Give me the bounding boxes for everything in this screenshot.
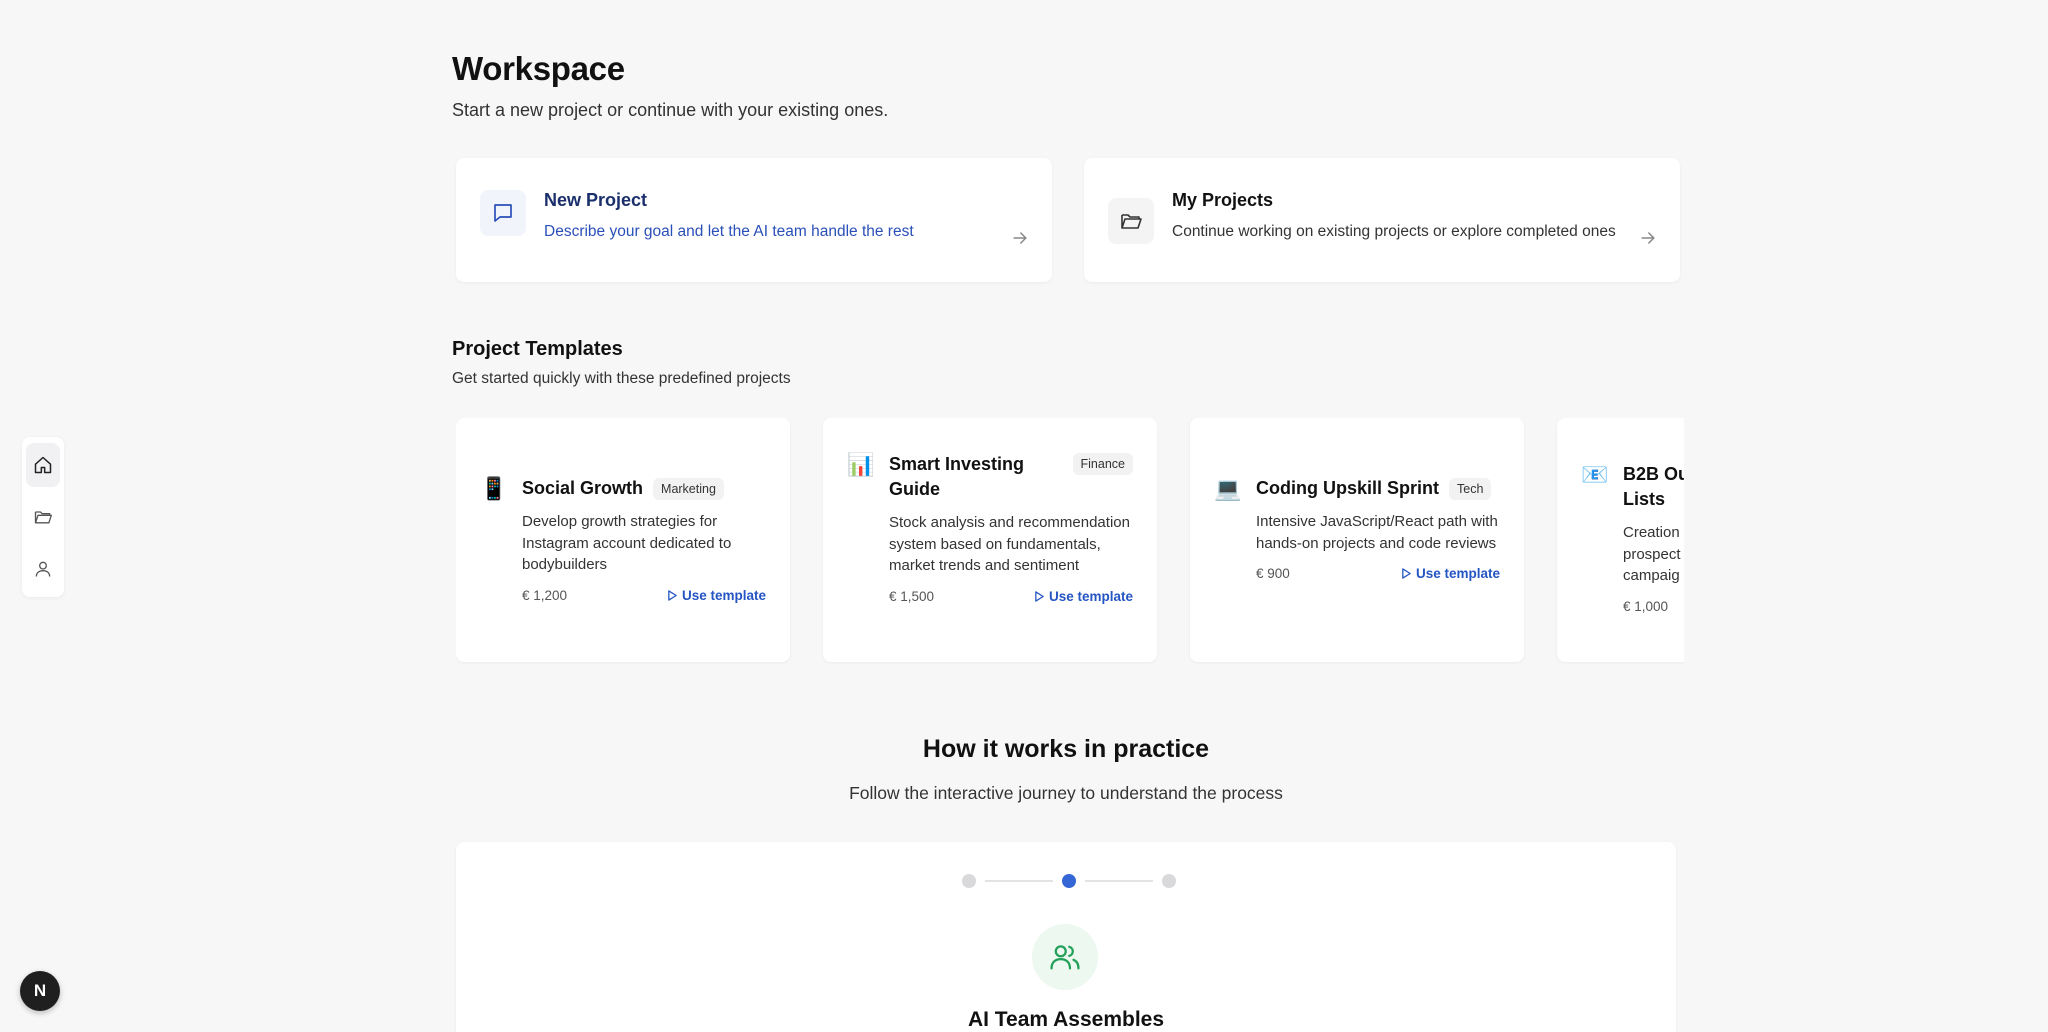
how-it-works-subtitle: Follow the interactive journey to unders… [849, 783, 1283, 803]
email-icon: 📧 [1581, 462, 1609, 487]
team-icon-container [1032, 924, 1098, 990]
template-name: B2B Ou [1623, 464, 1684, 484]
use-template-label: Use template [681, 587, 766, 603]
template-card-smart-investing[interactable]: 📊 Smart Investing Guide Finance Stock an… [823, 418, 1157, 662]
step-dot-3[interactable] [1162, 874, 1176, 888]
step-connector [985, 880, 1053, 882]
rail-home-button[interactable] [26, 443, 60, 487]
play-icon [1402, 568, 1411, 579]
team-icon [1050, 945, 1080, 970]
rail-profile-button[interactable] [26, 547, 60, 591]
template-price: € 1,200 [522, 587, 568, 603]
home-icon [34, 456, 52, 474]
template-description: Creation prospect campaig [1623, 524, 1681, 584]
template-price: € 1,000 [1623, 598, 1669, 614]
next-dev-badge[interactable]: N [20, 971, 60, 1011]
side-rail [22, 437, 64, 597]
folder-icon-container [1108, 198, 1154, 244]
step-connector [1085, 880, 1153, 882]
template-price: € 900 [1256, 566, 1290, 581]
how-it-works-title: How it works in practice [922, 735, 1210, 763]
use-template-button[interactable]: Use template [1401, 566, 1500, 581]
template-card-b2b-lists[interactable]: 📧 B2B Ou Lists Creation prospect campaig… [1557, 418, 1684, 662]
new-project-description: Describe your goal and let the AI team h… [544, 223, 914, 240]
use-template-button[interactable]: Use template [1034, 589, 1133, 604]
phone-icon: 📱 [480, 476, 508, 501]
my-projects-card[interactable]: My Projects Continue working on existing… [1084, 158, 1680, 282]
template-name-line2: Lists [1623, 489, 1666, 509]
template-card-social-growth[interactable]: 📱 Social Growth Marketing Develop growth… [456, 418, 790, 662]
journey-panel: AI Team Assembles [456, 842, 1676, 1032]
page-title: Workspace [452, 50, 625, 87]
use-template-label: Use template [1048, 588, 1133, 604]
play-icon [668, 589, 677, 601]
step-indicator [962, 874, 1176, 888]
template-card-coding-upskill[interactable]: 💻 Coding Upskill Sprint Tech Intensive J… [1190, 418, 1524, 662]
templates-section-title: Project Templates [452, 338, 623, 360]
templates-carousel[interactable]: 📱 Social Growth Marketing Develop growth… [456, 418, 1684, 664]
template-name: Social Growth [522, 478, 644, 498]
new-project-card[interactable]: New Project Describe your goal and let t… [456, 158, 1052, 282]
my-projects-title: My Projects [1172, 190, 1274, 210]
rail-projects-button[interactable] [26, 495, 60, 539]
use-template-label: Use template [1415, 566, 1500, 581]
template-tag: Tech [1449, 478, 1492, 500]
journey-step-title: AI Team Assembles [967, 1008, 1165, 1031]
arrow-right-icon [1013, 232, 1027, 244]
laptop-icon: 💻 [1214, 476, 1242, 501]
new-project-title: New Project [544, 190, 648, 210]
folder-open-icon [1121, 214, 1142, 229]
template-description: Stock analysis and recommendation system… [889, 514, 1130, 574]
template-tag: Marketing [653, 478, 724, 500]
bar-chart-icon: 📊 [847, 452, 875, 477]
template-tag: Finance [1072, 453, 1133, 475]
play-icon [1035, 590, 1044, 602]
template-price: € 1,500 [889, 588, 935, 604]
chat-icon [494, 204, 512, 222]
template-description: Develop growth strategies for Instagram … [522, 513, 732, 573]
user-icon [35, 561, 51, 577]
template-description: Intensive JavaScript/React path with han… [1256, 513, 1498, 552]
arrow-right-icon [1641, 232, 1655, 244]
template-name: Smart Investing Guide [889, 454, 1025, 499]
page-subtitle: Start a new project or continue with you… [452, 100, 889, 120]
step-dot-2[interactable] [1062, 874, 1076, 888]
chat-icon-container [480, 190, 526, 236]
my-projects-description: Continue working on existing projects or… [1172, 223, 1616, 240]
folder-icon [34, 511, 52, 524]
template-name: Coding Upskill Sprint [1256, 478, 1439, 498]
use-template-button[interactable]: Use template [667, 588, 766, 603]
step-dot-1[interactable] [962, 874, 976, 888]
templates-section-subtitle: Get started quickly with these predefine… [452, 370, 791, 387]
